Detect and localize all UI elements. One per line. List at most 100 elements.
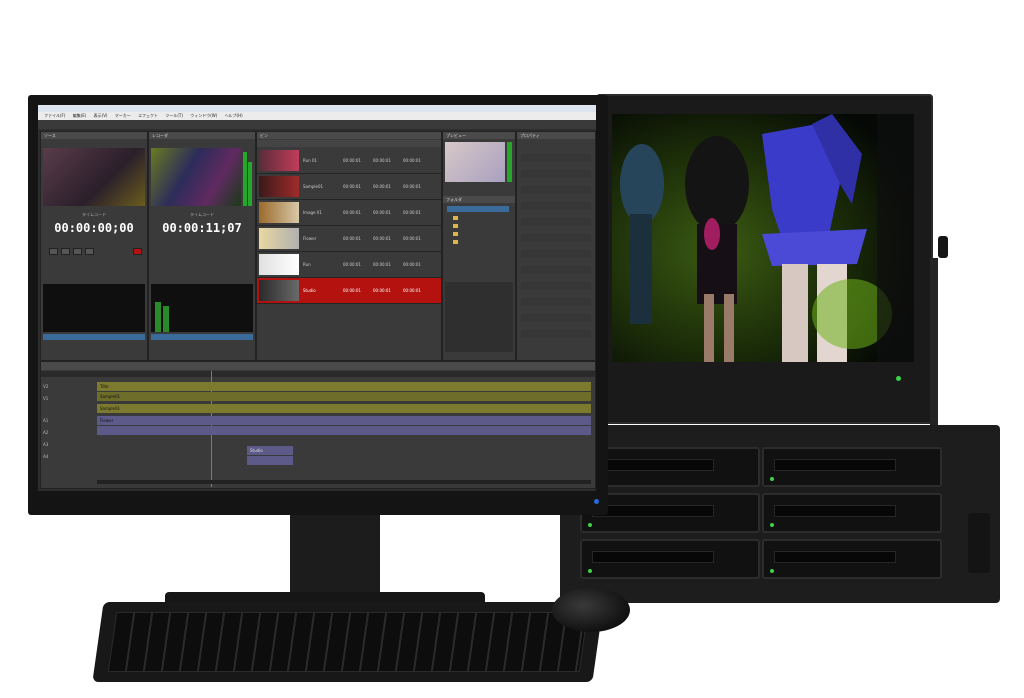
timeline-clip[interactable]: [247, 456, 293, 465]
timeline-clip[interactable]: Title: [97, 382, 591, 391]
preview-panel-header: プレビュー: [443, 132, 515, 139]
menu-window[interactable]: ウィンドウ(W): [190, 112, 217, 120]
preview-meter: [507, 142, 512, 182]
menu-file[interactable]: ファイル(F): [44, 112, 65, 120]
preview-frame: [445, 142, 505, 182]
monitor-knob: [938, 236, 948, 258]
audio-meter-right: [248, 162, 252, 206]
bin-row[interactable]: Sample01 00:00:01 00:00:01 00:00:01: [257, 174, 441, 200]
editing-app-window: NLE ファイル(F) 編集(E) 表示(V) マーカー エフェクト ツール(T…: [38, 105, 596, 491]
recorder-panel: レコーダ タイムコード 00:00:11;07: [148, 131, 256, 361]
secondary-monitor: [596, 94, 933, 424]
source-panel-header: ソース: [41, 132, 147, 139]
main-toolbar: [38, 120, 596, 129]
source-panel: ソース タイムコード 00:00:00;00: [40, 131, 148, 361]
timeline-clip[interactable]: Sample01: [97, 404, 591, 413]
menu-edit[interactable]: 編集(E): [73, 112, 87, 120]
menu-view[interactable]: 表示(V): [94, 112, 108, 120]
timeline-panel: V2 V1 A1 A2 A3 A4 Title Sample01 Sample0…: [40, 361, 596, 489]
clip-thumbnail: [259, 280, 299, 301]
clip-thumbnail: [259, 202, 299, 223]
server-handle: [968, 513, 990, 573]
record-timecode: 00:00:11;07: [162, 221, 242, 235]
power-button-icon[interactable]: [594, 499, 599, 504]
track-label: A4: [43, 454, 49, 459]
bin-row[interactable]: Flower 00:00:01 00:00:01 00:00:01: [257, 226, 441, 252]
record-meter-area: [151, 284, 253, 332]
drive-bay: [762, 539, 942, 579]
drive-led-icon: [770, 523, 774, 527]
folder-icon[interactable]: [453, 232, 458, 236]
recorder-panel-header: レコーダ: [149, 132, 255, 139]
drive-bay: [580, 539, 760, 579]
clip-thumbnail: [259, 228, 299, 249]
record-icon[interactable]: [133, 248, 142, 255]
bin-toolbar: [257, 140, 441, 147]
bin-panel-header: ビン: [257, 132, 441, 139]
play-icon[interactable]: [61, 248, 70, 255]
rewind-icon[interactable]: [49, 248, 58, 255]
menu-help[interactable]: ヘルプ(H): [225, 112, 243, 120]
file-list: [445, 282, 513, 352]
timeline-ruler[interactable]: [41, 371, 595, 377]
mouse: [552, 588, 630, 632]
drive-led-icon: [588, 523, 592, 527]
track-label: A3: [43, 442, 49, 447]
menu-bar: ファイル(F) 編集(E) 表示(V) マーカー エフェクト ツール(T) ウィ…: [38, 112, 596, 120]
record-scrub-bar[interactable]: [151, 334, 253, 340]
bin-row[interactable]: Image 01 00:00:01 00:00:01 00:00:01: [257, 200, 441, 226]
drive-led-icon: [770, 477, 774, 481]
main-monitor: NLE ファイル(F) 編集(E) 表示(V) マーカー エフェクト ツール(T…: [28, 95, 608, 515]
folder-icon[interactable]: [453, 240, 458, 244]
drive-bay: [762, 447, 942, 487]
source-timecode: 00:00:00;00: [54, 221, 134, 235]
dancer-image: [612, 114, 914, 362]
timeline-clip[interactable]: Sample01: [97, 392, 591, 401]
source-timecode-label: タイムコード: [82, 212, 106, 217]
power-led-icon: [896, 376, 901, 381]
folder-icon[interactable]: [453, 216, 458, 220]
bin-row[interactable]: Run 00:00:01 00:00:01 00:00:01: [257, 252, 441, 278]
timeline-toolbar: [41, 362, 595, 370]
menu-marker[interactable]: マーカー: [115, 112, 131, 120]
record-timecode-label: タイムコード: [190, 212, 214, 217]
storage-server: [560, 425, 1000, 603]
meter-bar: [163, 306, 169, 332]
properties-grid: [521, 146, 591, 346]
drive-led-icon: [588, 569, 592, 573]
track-label: A2: [43, 430, 49, 435]
bin-list: Run 01 00:00:01 00:00:01 00:00:01 Sample…: [257, 148, 441, 360]
track-label: V1: [43, 396, 49, 401]
bin-row-selected[interactable]: Studio 00:00:01 00:00:01 00:00:01: [257, 278, 441, 304]
bin-row[interactable]: Run 01 00:00:01 00:00:01 00:00:01: [257, 148, 441, 174]
drive-led-icon: [770, 569, 774, 573]
timeline-clip[interactable]: Flower: [97, 416, 591, 425]
monitor-arm: [930, 258, 938, 428]
keyboard: [92, 602, 604, 682]
source-video-frame: [43, 148, 145, 206]
properties-panel-header: プロパティ: [517, 132, 595, 139]
folder-icon[interactable]: [453, 224, 458, 228]
timeline-clip[interactable]: [97, 426, 591, 435]
timeline-scrollbar[interactable]: [97, 480, 591, 484]
bin-panel: ビン Run 01 00:00:01 00:00:01 00:00:01 Sam…: [256, 131, 442, 361]
folders-header: フォルダ: [443, 196, 515, 203]
preview-panel: プレビュー フォルダ: [442, 131, 516, 361]
clip-thumbnail: [259, 150, 299, 171]
stop-icon[interactable]: [73, 248, 82, 255]
folder-item-selected[interactable]: [447, 206, 509, 212]
track-label: A1: [43, 418, 49, 423]
preview-video-output: [612, 114, 914, 362]
menu-effect[interactable]: エフェクト: [138, 112, 158, 120]
timeline-clip[interactable]: Studio: [247, 446, 293, 455]
source-waveform: [43, 284, 145, 332]
key-grid: [107, 612, 589, 672]
audio-meter-left: [243, 152, 247, 206]
properties-panel: プロパティ: [516, 131, 596, 361]
clip-thumbnail: [259, 254, 299, 275]
record-video-frame: [151, 148, 241, 206]
fast-forward-icon[interactable]: [85, 248, 94, 255]
track-label: V2: [43, 384, 49, 389]
source-scrub-bar[interactable]: [43, 334, 145, 340]
menu-tools[interactable]: ツール(T): [165, 112, 183, 120]
